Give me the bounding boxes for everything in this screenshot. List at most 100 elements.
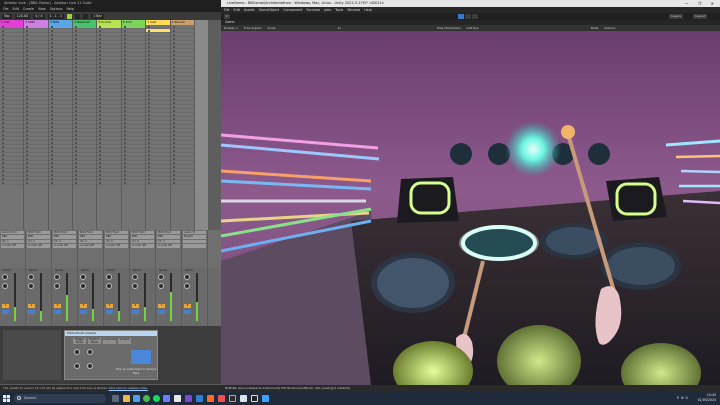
clip-slot[interactable] <box>24 181 48 185</box>
play-button[interactable] <box>67 13 73 19</box>
file-explorer-icon[interactable] <box>123 395 130 402</box>
ableton-menu-edit[interactable]: Edit <box>13 7 19 12</box>
send-a-knob[interactable] <box>2 274 8 280</box>
track-activator-button[interactable]: 1 <box>2 304 9 308</box>
pan-knob[interactable] <box>80 283 86 289</box>
song-position-field[interactable]: 1 . 1 . 1 <box>47 13 65 19</box>
spotify-icon[interactable] <box>153 395 160 402</box>
pan-knob[interactable] <box>28 283 34 289</box>
windows-start-icon[interactable] <box>3 395 10 402</box>
io-src-chooser[interactable]: BBA <box>1 235 24 239</box>
app-icon-red[interactable] <box>218 395 225 402</box>
io-ch-chooser[interactable]: Ch. 4 <box>79 239 102 244</box>
chrome-icon[interactable] <box>143 395 150 402</box>
notepad-icon[interactable] <box>174 395 181 402</box>
io-mon-chooser[interactable]: In Auto Off <box>53 244 76 248</box>
visual-studio-icon[interactable] <box>185 395 192 402</box>
layers-dropdown[interactable]: Layers <box>669 14 683 19</box>
vs-code-icon[interactable] <box>196 395 203 402</box>
pan-knob[interactable] <box>54 283 60 289</box>
clip-slot[interactable] <box>73 181 97 185</box>
clip-slot[interactable] <box>0 181 24 185</box>
clip-slot[interactable] <box>48 181 73 185</box>
solo-button[interactable] <box>158 310 165 314</box>
solo-button[interactable] <box>28 310 35 314</box>
volume-fader[interactable] <box>66 273 68 321</box>
volume-fader[interactable] <box>144 273 146 321</box>
ableton-menu-create[interactable]: Create <box>23 7 34 12</box>
ableton-menu-view[interactable]: View <box>38 7 46 12</box>
quantize-selector[interactable]: 1 Bar <box>91 13 104 19</box>
ableton-taskbar-icon[interactable] <box>229 395 236 402</box>
send-a-knob[interactable] <box>28 274 34 280</box>
ableton-menu-help[interactable]: Help <box>66 7 74 12</box>
account-dropdown[interactable]: ▾ <box>224 14 230 19</box>
volume-fader[interactable] <box>118 273 120 321</box>
device-knob-2[interactable] <box>87 349 93 355</box>
io-mon-chooser[interactable]: In Auto Off <box>105 244 128 248</box>
io-src-chooser[interactable]: BBA <box>27 235 50 239</box>
io-src-chooser[interactable]: Master <box>183 235 206 239</box>
pan-knob[interactable] <box>184 283 190 289</box>
system-tray[interactable]: ENG <box>677 396 690 400</box>
io-src-chooser[interactable]: BBA <box>131 235 154 239</box>
track-activator-button[interactable]: 8 <box>184 304 191 308</box>
solo-button[interactable] <box>132 310 139 314</box>
pan-knob[interactable] <box>106 283 112 289</box>
io-ch-chooser[interactable]: Ch. 3 <box>53 239 76 244</box>
game-viewport[interactable] <box>221 31 720 385</box>
track-activator-button[interactable]: 7 <box>158 304 165 308</box>
send-a-knob[interactable] <box>54 274 60 280</box>
send-a-knob[interactable] <box>132 274 138 280</box>
send-a-knob[interactable] <box>184 274 190 280</box>
io-mon-chooser[interactable]: In Auto Off <box>27 244 50 248</box>
tempo-field[interactable]: 120.00 <box>14 13 31 19</box>
discord-icon[interactable] <box>163 395 170 402</box>
clip-slot[interactable] <box>121 181 146 185</box>
app-icon-blue[interactable] <box>262 395 269 402</box>
tap-tempo-button[interactable]: Tap <box>2 13 12 19</box>
io-mon-chooser[interactable]: In Auto Off <box>1 244 24 248</box>
stop-button[interactable] <box>75 13 81 19</box>
release-notes-link[interactable]: Click here for release notes. <box>109 386 148 390</box>
tab-game[interactable]: Game <box>225 20 235 24</box>
sample-button[interactable]: Sample <box>118 338 131 344</box>
track-activator-button[interactable]: 4 <box>80 304 87 308</box>
rhythm-mode-button[interactable]: Rhythm Mode <box>88 338 101 344</box>
io-mon-chooser[interactable]: In Auto Off <box>79 244 102 248</box>
layout-dropdown[interactable]: Layout <box>693 14 708 19</box>
io-mon-chooser[interactable]: In Auto Off <box>157 244 180 248</box>
volume-fader[interactable] <box>170 273 172 321</box>
solo-button[interactable] <box>106 310 113 314</box>
track-activator-button[interactable]: 5 <box>106 304 113 308</box>
task-view-icon[interactable] <box>112 395 119 402</box>
taskbar-clock[interactable]: 15:42 01/05/2024 <box>698 393 716 403</box>
solo-button[interactable] <box>184 310 191 314</box>
app-icon-orange[interactable] <box>207 395 214 402</box>
clip-slot[interactable] <box>97 181 121 185</box>
unity-hub-icon[interactable] <box>240 395 247 402</box>
pause-button[interactable] <box>465 14 471 19</box>
volume-fader[interactable] <box>14 273 16 321</box>
tray-lang[interactable]: ENG <box>677 396 690 400</box>
taskbar-search-box[interactable]: Search <box>14 394 106 403</box>
pan-knob[interactable] <box>2 283 8 289</box>
device-knob-4[interactable] <box>87 363 93 369</box>
track-activator-button[interactable]: 2 <box>28 304 35 308</box>
device-drop-area[interactable] <box>3 330 61 380</box>
solo-button[interactable] <box>2 310 9 314</box>
io-ch-chooser[interactable]: Ch. 7 <box>157 239 180 244</box>
io-ch-chooser[interactable]: Ch. 1 <box>1 239 24 244</box>
time-signature-field[interactable]: 4 / 4 <box>33 13 45 19</box>
device-knob-3[interactable] <box>74 363 80 369</box>
ableton-menu-file[interactable]: File <box>3 7 9 12</box>
track-activator-button[interactable]: 6 <box>132 304 139 308</box>
io-ch-chooser[interactable]: Ch. 6 <box>131 239 154 244</box>
volume-fader[interactable] <box>92 273 94 321</box>
record-button[interactable] <box>83 13 89 19</box>
send-a-knob[interactable] <box>158 274 164 280</box>
io-ch-chooser[interactable]: Ch. 5 <box>105 239 128 244</box>
io-src-chooser[interactable]: BBA <box>157 235 180 239</box>
play-mode-button[interactable] <box>458 14 464 19</box>
io-src-chooser[interactable]: BBA <box>53 235 76 239</box>
